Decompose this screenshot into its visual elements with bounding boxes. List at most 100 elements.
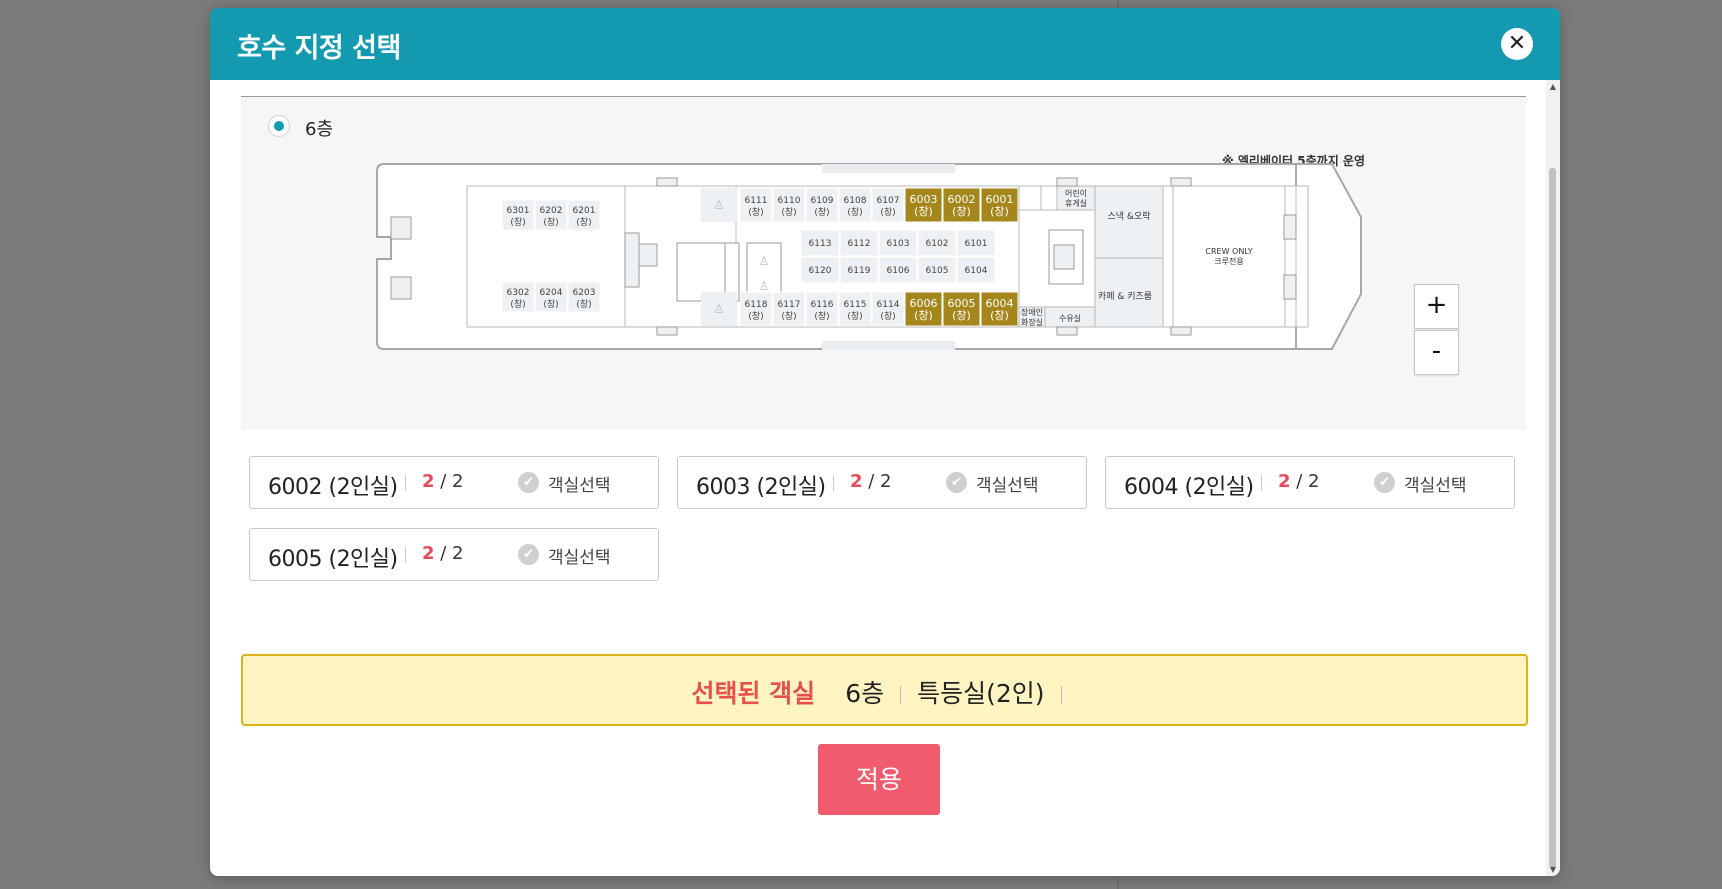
check-circle-icon[interactable]: ✔ [518, 544, 539, 565]
room-select-label[interactable]: 객실선택 [976, 471, 1039, 496]
zoom-in-button[interactable]: + [1414, 284, 1459, 329]
svg-text:6103: 6103 [887, 239, 910, 249]
svg-text:6116: 6116 [811, 300, 834, 310]
room-6203[interactable]: 6203(창) [567, 281, 601, 313]
svg-text:화장실: 화장실 [1021, 317, 1043, 327]
room-card-6002[interactable]: 6002 (2인실) 2 / 2 ✔ 객실선택 [249, 456, 659, 509]
cafe-label: 카페 & 키즈룸 [1098, 291, 1152, 302]
svg-text:(창): (창) [576, 217, 591, 228]
room-6202[interactable]: 6202(창) [534, 199, 568, 231]
room-6106[interactable]: 6106 [878, 256, 918, 284]
room-6117[interactable]: 6117(창) [772, 291, 806, 327]
room-6108[interactable]: 6108(창) [838, 187, 872, 223]
svg-text:6107: 6107 [877, 196, 900, 206]
room-6103[interactable]: 6103 [878, 229, 918, 257]
room-6120[interactable]: 6120 [800, 256, 840, 284]
room-6301[interactable]: 6301(창) [501, 199, 535, 231]
room-card-6004[interactable]: 6004 (2인실) 2 / 2 ✔ 객실선택 [1105, 456, 1515, 509]
check-circle-icon[interactable]: ✔ [1374, 472, 1395, 493]
svg-text:(창): (창) [543, 299, 558, 310]
room-6107[interactable]: 6107(창) [871, 187, 905, 223]
svg-text:6120: 6120 [809, 266, 832, 276]
svg-text:6108: 6108 [844, 196, 867, 206]
svg-text:6301: 6301 [507, 206, 530, 216]
svg-text:(창): (창) [952, 205, 971, 218]
room-6109[interactable]: 6109(창) [805, 187, 839, 223]
ship-deck-map: 6301(창)6202(창)6201(창)6302(창)6204(창)6203(… [376, 163, 1362, 350]
close-icon[interactable]: ✕ [1501, 28, 1533, 60]
modal-body: 6층 ※ 엘리베이터 5층까지 운영 6301 (창) 6202 (창) 6201 (창)… [210, 80, 1546, 876]
crew-only-kr-label: 크루전용 [1214, 256, 1243, 266]
check-circle-icon[interactable]: ✔ [946, 472, 967, 493]
modal-header: 호수 지정 선택 ✕ [210, 8, 1560, 80]
svg-text:♙: ♙ [714, 302, 725, 316]
room-6115[interactable]: 6115(창) [838, 291, 872, 327]
room-6004[interactable]: 6004(창) [980, 291, 1019, 327]
room-6111[interactable]: 6111(창) [739, 187, 773, 223]
room-card-separator [405, 547, 406, 563]
room-card-6005[interactable]: 6005 (2인실) 2 / 2 ✔ 객실선택 [249, 528, 659, 581]
room-6104[interactable]: 6104 [956, 256, 996, 284]
scroll-up-icon[interactable]: ▲ [1546, 82, 1560, 91]
room-card-separator [833, 475, 834, 491]
selected-room-line: 선택된 객실 6층 특등실(2인) [243, 674, 1526, 710]
room-select-label[interactable]: 객실선택 [548, 543, 611, 568]
svg-text:6113: 6113 [809, 239, 832, 249]
svg-text:6115: 6115 [844, 300, 867, 310]
svg-text:♙: ♙ [714, 198, 725, 212]
zoom-out-button[interactable]: - [1414, 330, 1459, 375]
room-6204[interactable]: 6204(창) [534, 281, 568, 313]
svg-text:(창): (창) [880, 207, 895, 218]
room-6113[interactable]: 6113 [800, 229, 840, 257]
room-6201[interactable]: 6201(창) [567, 199, 601, 231]
scroll-down-icon[interactable]: ▼ [1546, 865, 1560, 874]
room-card-separator [405, 475, 406, 491]
snack-bar-label: 스낵 &오락 [1108, 210, 1151, 222]
room-6003[interactable]: 6003(창) [904, 187, 943, 223]
svg-text:6302: 6302 [507, 288, 530, 298]
svg-text:(창): (창) [748, 207, 763, 218]
room-6110[interactable]: 6110(창) [772, 187, 806, 223]
svg-text:6119: 6119 [848, 266, 871, 276]
room-6001[interactable]: 6001(창) [980, 187, 1019, 223]
room-card-count: 2 / 2 [850, 471, 892, 492]
room-6119[interactable]: 6119 [839, 256, 879, 284]
svg-text:(창): (창) [814, 311, 829, 322]
modal-scrollbar[interactable]: ▲ ▼ [1546, 80, 1560, 876]
svg-text:6114: 6114 [877, 300, 900, 310]
apply-button[interactable]: 적용 [818, 744, 940, 815]
scrollbar-thumb[interactable] [1549, 168, 1556, 868]
room-6114[interactable]: 6114(창) [871, 291, 905, 327]
svg-text:휴게실: 휴게실 [1065, 198, 1087, 208]
svg-text:6109: 6109 [811, 196, 834, 206]
kids-lounge-label: 어린이 [1065, 188, 1087, 198]
svg-text:6112: 6112 [848, 239, 871, 249]
room-6302[interactable]: 6302(창) [501, 281, 535, 313]
room-select-modal: 호수 지정 선택 ✕ 6층 ※ 엘리베이터 5층까지 운영 6301 (창) 6… [210, 8, 1560, 876]
room-6116[interactable]: 6116(창) [805, 291, 839, 327]
svg-text:(창): (창) [814, 207, 829, 218]
room-6102[interactable]: 6102 [917, 229, 957, 257]
check-circle-icon[interactable]: ✔ [518, 472, 539, 493]
room-6105[interactable]: 6105 [917, 256, 957, 284]
room-6112[interactable]: 6112 [839, 229, 879, 257]
svg-text:6201: 6201 [573, 206, 596, 216]
room-6006[interactable]: 6006(창) [904, 291, 943, 327]
svg-text:6102: 6102 [926, 239, 949, 249]
crew-only-label: CREW ONLY [1205, 247, 1252, 256]
room-6005[interactable]: 6005(창) [942, 291, 981, 327]
divider [1060, 686, 1062, 704]
room-card-name: 6004 (2인실) [1124, 475, 1254, 500]
selected-room-summary: 선택된 객실 6층 특등실(2인) [241, 654, 1528, 726]
svg-text:6101: 6101 [965, 239, 988, 249]
room-6002[interactable]: 6002(창) [942, 187, 981, 223]
room-select-label[interactable]: 객실선택 [548, 471, 611, 496]
svg-text:(창): (창) [510, 299, 525, 310]
room-select-label[interactable]: 객실선택 [1404, 471, 1467, 496]
svg-text:6104: 6104 [965, 266, 988, 276]
room-card-6003[interactable]: 6003 (2인실) 2 / 2 ✔ 객실선택 [677, 456, 1087, 509]
svg-text:(창): (창) [748, 311, 763, 322]
floor-panel: 6층 ※ 엘리베이터 5층까지 운영 6301 (창) 6202 (창) 6201 (창)… [241, 96, 1526, 430]
room-6118[interactable]: 6118(창) [739, 291, 773, 327]
room-6101[interactable]: 6101 [956, 229, 996, 257]
